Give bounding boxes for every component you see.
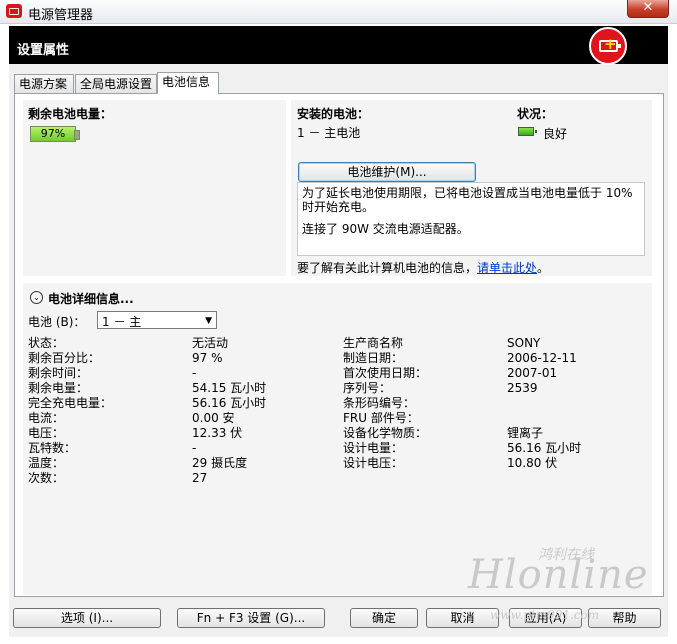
installed-battery-label: 安装的电池： — [297, 107, 370, 121]
battery-charge-value: 97% — [40, 127, 66, 140]
detail-right-value: 56.16 瓦小时 — [507, 441, 582, 455]
title-bar: 电源管理器 ✕ — [0, 0, 677, 24]
header-band: 设置属性 + — [9, 26, 668, 65]
collapse-icon[interactable]: ⌄ — [30, 291, 43, 304]
tab-power-plans[interactable]: 电源方案 — [14, 74, 74, 94]
adapter-text: 连接了 90W 交流电源适配器。 — [302, 222, 469, 236]
detail-left-value: 27 — [192, 471, 208, 485]
details-title[interactable]: 电池详细信息... — [48, 290, 134, 307]
battery-charge-bar: 97% — [30, 126, 80, 142]
detail-right-label: 生产商名称 — [343, 336, 404, 350]
detail-right-value: 10.80 伏 — [507, 456, 558, 470]
detail-left-label: 剩余百分比： — [28, 351, 101, 365]
battery-select[interactable]: 1 － 主 ▼ — [97, 311, 217, 329]
detail-right-label: 条形码编号： — [343, 396, 416, 410]
battery-select-label: 电池 (B)： — [28, 315, 86, 329]
fn-f3-settings-button[interactable]: Fn + F3 设置 (G)... — [177, 608, 325, 628]
detail-left-label: 瓦特数： — [28, 441, 77, 455]
charge-threshold-text: 为了延长电池使用期限，已将电池设置成当电池电量低于 10% 时开始充电。 — [302, 186, 633, 214]
detail-left-value: 29 摄氏度 — [192, 456, 248, 470]
detail-left-label: 剩余时间： — [28, 366, 89, 380]
detail-left-value: 0.00 安 — [192, 411, 235, 425]
more-info-link[interactable]: 请单击此处 — [477, 261, 537, 275]
more-info-line: 要了解有关此计算机电池的信息，请单击此处。 — [297, 259, 549, 276]
options-button[interactable]: 选项 (I)... — [13, 608, 161, 628]
detail-left-label: 次数： — [28, 471, 65, 485]
watermark: 鸿利在线 Hlonline www.ptm991.com — [462, 536, 672, 622]
detail-right-label: FRU 部件号： — [343, 411, 419, 425]
chevron-down-icon: ▼ — [205, 316, 212, 326]
detail-right-label: 设计电量： — [343, 441, 404, 455]
detail-right-label: 设备化学物质： — [343, 426, 428, 440]
watermark-line2: Hlonline — [468, 552, 649, 598]
detail-right-value: 2006-12-11 — [507, 351, 577, 365]
detail-right-label: 设计电压： — [343, 456, 404, 470]
detail-right-value: SONY — [507, 336, 541, 350]
battery-ok-icon — [518, 127, 537, 136]
close-button[interactable]: ✕ — [627, 0, 669, 18]
detail-right-value: 2539 — [507, 381, 538, 395]
detail-left-label: 电压： — [28, 426, 65, 440]
more-info-text: 要了解有关此计算机电池的信息， — [297, 261, 478, 275]
installed-battery-item: 1 － 主电池 — [297, 126, 361, 140]
detail-left-label: 状态： — [28, 336, 65, 350]
battery-logo-icon: + — [589, 27, 627, 65]
watermark-line3: www.ptm991.com — [490, 608, 600, 622]
battery-maintenance-button[interactable]: 电池维护(M)... — [298, 162, 476, 182]
page-title: 设置属性 — [17, 43, 70, 58]
more-info-end: 。 — [537, 261, 550, 275]
detail-left-value: - — [192, 366, 197, 380]
detail-left-value: 56.16 瓦小时 — [192, 396, 267, 410]
detail-right-value: 锂离子 — [507, 426, 544, 440]
detail-right-label: 首次使用日期： — [343, 366, 428, 380]
detail-right-value: 2007-01 — [507, 366, 558, 380]
detail-left-value: - — [192, 441, 197, 455]
battery-info-box: 为了延长电池使用期限，已将电池设置成当电池电量低于 10% 时开始充电。 连接了… — [297, 182, 645, 256]
detail-left-value: 54.15 瓦小时 — [192, 381, 267, 395]
battery-level-label: 剩余电池电量： — [28, 107, 113, 121]
detail-left-label: 温度： — [28, 456, 65, 470]
detail-left-label: 完全充电电量： — [28, 396, 113, 410]
detail-left-value: 12.33 伏 — [192, 426, 243, 440]
ok-button[interactable]: 确定 — [350, 608, 418, 628]
tab-global-power-settings[interactable]: 全局电源设置 — [75, 74, 157, 94]
battery-app-icon — [6, 4, 22, 18]
cancel-button[interactable]: 取消 — [426, 608, 499, 628]
detail-right-label: 序列号： — [343, 381, 392, 395]
window-title: 电源管理器 — [28, 8, 94, 23]
detail-left-label: 电流： — [28, 411, 65, 425]
detail-left-value: 97 % — [192, 351, 223, 365]
battery-select-value: 1 － 主 — [102, 315, 142, 329]
status-value: 良好 — [543, 127, 568, 141]
status-label: 状况： — [517, 107, 554, 121]
detail-left-value: 无活动 — [192, 336, 229, 350]
tab-battery-info[interactable]: 电池信息 — [157, 72, 219, 94]
detail-left-label: 剩余电量： — [28, 381, 89, 395]
detail-right-label: 制造日期： — [343, 351, 404, 365]
